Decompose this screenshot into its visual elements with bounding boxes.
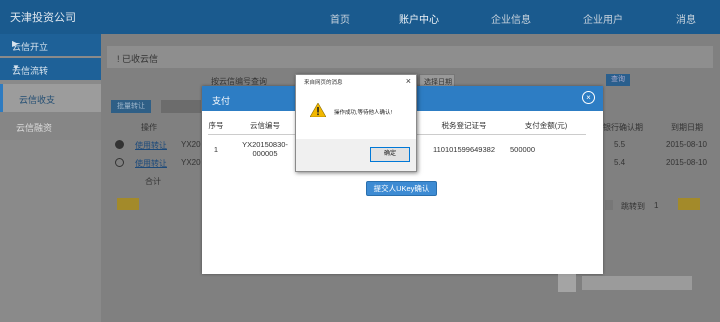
row-id: YX20 <box>181 140 201 149</box>
row-id-line1: YX20150830- <box>242 140 288 149</box>
row-id: YX20 <box>181 158 201 167</box>
row-action-link[interactable]: 使用转让 <box>135 158 167 169</box>
row-no: 1 <box>213 144 219 154</box>
nav-account-center[interactable]: 账户中心 <box>397 11 441 37</box>
nav-company-info[interactable]: 企业信息 <box>491 11 531 26</box>
row-due-date: 2015-08-10 <box>666 140 707 149</box>
pager-goto-label: 跳转到 <box>621 202 645 211</box>
row-tax-no: 110101599649382 <box>432 144 495 154</box>
alert-title: 来自网页的消息 <box>304 80 343 86</box>
column-header-no: 序号 <box>208 116 224 135</box>
pager-prev[interactable] <box>605 200 613 210</box>
row-period: 5.4 <box>614 158 626 167</box>
sidebar-item-label: 云信融资 <box>16 123 53 133</box>
alert-titlebar: 来自网页的消息 × <box>296 75 416 89</box>
top-nav-bar: 天津投资公司 首页 账户中心 企业信息 企业用户 消息 <box>0 0 720 37</box>
sidebar-item-financing[interactable]: 云信融资 <box>0 112 101 140</box>
sidebar-group-open[interactable]: 云信开立 ▶ <box>0 34 101 56</box>
row-period: 5.5 <box>614 140 626 149</box>
row-due-date: 2015-08-10 <box>666 158 707 167</box>
alert-message: 操作成功,等待他人确认! <box>334 110 393 116</box>
column-header-due-date: 到期日期 <box>671 123 703 132</box>
column-header-action: 操作 <box>141 123 157 132</box>
ok-button[interactable]: 确定 <box>370 147 410 162</box>
sidebar: 云信开立 ▶ 云信流转 ▼ 云信收支 云信融资 <box>0 34 101 322</box>
sidebar-item-receipts[interactable]: 云信收支 <box>0 84 101 112</box>
nav-company-users[interactable]: 企业用户 <box>583 11 623 26</box>
breadcrumb: ! 已收云信 <box>117 54 159 64</box>
column-header-period: 银行确认期 <box>603 123 643 132</box>
row-radio-2[interactable] <box>115 158 124 167</box>
row-action-link[interactable]: 使用转让 <box>135 140 167 151</box>
column-header-id: 云信编号 <box>224 116 306 135</box>
alert-dialog: 来自网页的消息 × 操作成功,等待他人确认! 确定 <box>295 74 417 172</box>
sidebar-item-label: 云信收支 <box>19 95 56 105</box>
nav-home[interactable]: 首页 <box>330 11 350 26</box>
nav-messages[interactable]: 消息 <box>676 11 696 26</box>
breadcrumb-bar: ! 已收云信 <box>107 46 713 68</box>
warning-icon <box>310 103 326 117</box>
chevron-down-icon: ▼ <box>12 63 20 72</box>
row-radio-1[interactable] <box>115 140 124 149</box>
row-id-line2: 000005 <box>252 149 278 158</box>
ukey-confirm-button[interactable]: 提交人UKey确认 <box>366 181 437 196</box>
alert-body: 操作成功,等待他人确认! <box>296 89 416 139</box>
total-label: 合计 <box>145 177 161 186</box>
batch-transfer-button[interactable]: 批量转让 <box>111 100 151 113</box>
pager-page-input[interactable]: 1 <box>654 201 658 210</box>
search-button[interactable]: 查询 <box>606 74 630 86</box>
column-header-amount: 支付金额(元) <box>506 116 586 135</box>
watermark <box>558 268 698 294</box>
export-button[interactable] <box>117 198 139 210</box>
toolbar-button-2[interactable] <box>161 100 201 113</box>
chevron-right-icon: ▶ <box>12 39 19 48</box>
close-icon[interactable]: × <box>406 76 411 86</box>
payment-modal-title: 支付 <box>212 96 231 106</box>
pager-go-button[interactable] <box>678 198 700 210</box>
sidebar-group-transfer[interactable]: 云信流转 ▼ <box>0 58 101 80</box>
row-id: YX20150830- 000005 <box>224 135 306 164</box>
close-icon[interactable]: × <box>582 91 595 104</box>
row-amount: 500000 <box>510 144 536 154</box>
column-header-tax-no: 税务登记证号 <box>422 116 506 135</box>
company-name: 天津投资公司 <box>10 12 76 24</box>
